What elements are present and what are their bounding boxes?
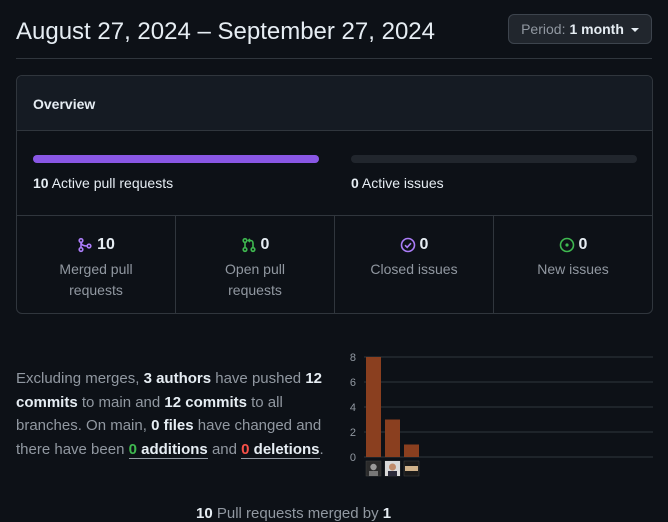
page-title: August 27, 2024 – September 27, 2024 bbox=[16, 18, 435, 45]
stats-row: 10 Merged pull requests 0 Open pull requ… bbox=[17, 216, 652, 313]
period-label: Period: bbox=[521, 21, 566, 37]
chart-y-tick-label: 4 bbox=[350, 402, 356, 414]
merged-prs-label: Merged pull requests bbox=[59, 261, 133, 298]
additions-link[interactable]: 0 additions bbox=[128, 440, 208, 459]
summary-text: and bbox=[207, 440, 242, 458]
chart-y-tick-label: 8 bbox=[350, 352, 356, 364]
period-value: 1 month bbox=[569, 21, 624, 37]
summary-text: Excluding merges, bbox=[16, 370, 144, 387]
closed-issues-value: 0 bbox=[419, 236, 429, 253]
stat-merged-prs[interactable]: 10 Merged pull requests bbox=[17, 216, 176, 313]
chart-bar bbox=[385, 419, 400, 457]
new-issues-label: New issues bbox=[537, 261, 609, 277]
active-prs-bar bbox=[33, 155, 319, 163]
avatar-body-icon bbox=[388, 471, 397, 476]
active-prs-count: 10 bbox=[33, 175, 49, 191]
open-pr-icon bbox=[241, 237, 256, 253]
chart-y-tick-label: 6 bbox=[350, 377, 356, 389]
stat-closed-issues[interactable]: 0 Closed issues bbox=[335, 216, 494, 313]
chart-bar bbox=[404, 444, 419, 457]
active-prs-bar-fill bbox=[33, 155, 319, 163]
all-commits-count: 12 commits bbox=[164, 393, 247, 411]
overview-heading: Overview bbox=[33, 96, 96, 112]
active-prs-link[interactable]: 10 Active pull requests bbox=[33, 175, 173, 191]
period-dropdown-button[interactable]: Period: 1 month bbox=[508, 14, 652, 44]
overview-header: Overview bbox=[17, 76, 652, 131]
chart-y-tick-label: 2 bbox=[350, 427, 356, 439]
additions-count: 0 bbox=[128, 440, 137, 458]
open-issue-icon bbox=[559, 237, 574, 253]
commit-summary: Excluding merges, 3 authors have pushed … bbox=[16, 367, 336, 461]
avatar-body-icon bbox=[369, 471, 378, 476]
caret-down-icon bbox=[630, 28, 639, 32]
deletions-label: deletions bbox=[249, 440, 320, 458]
avatar-logo-icon bbox=[405, 466, 418, 471]
stat-new-issues[interactable]: 0 New issues bbox=[494, 216, 652, 313]
active-issues-bar bbox=[351, 155, 637, 163]
active-issues-count: 0 bbox=[351, 175, 359, 191]
activity-bars: 10 Active pull requests 0 Active issues bbox=[17, 131, 652, 216]
commits-by-author-chart: 0 2 4 6 8 bbox=[350, 352, 653, 477]
avatar-head-icon bbox=[389, 463, 396, 471]
new-issues-value: 0 bbox=[578, 236, 588, 253]
overview-panel: Overview 10 Active pull requests 0 Activ… bbox=[16, 75, 653, 314]
avatar-head-icon bbox=[370, 463, 377, 471]
files-count: 0 files bbox=[151, 417, 194, 434]
deletions-link[interactable]: 0 deletions bbox=[241, 440, 320, 459]
deletions-count: 0 bbox=[241, 440, 250, 458]
merged-prs-value: 10 bbox=[97, 236, 115, 253]
merged-pr-icon bbox=[78, 237, 92, 253]
active-prs-label: Active pull requests bbox=[51, 175, 174, 191]
active-issues-label: Active issues bbox=[361, 175, 444, 191]
chart-y-tick-label: 0 bbox=[350, 452, 356, 464]
closed-issues-label: Closed issues bbox=[370, 261, 458, 277]
stat-open-prs[interactable]: 0 Open pull requests bbox=[176, 216, 335, 313]
page-header: August 27, 2024 – September 27, 2024 Per… bbox=[16, 0, 652, 59]
closed-issue-icon bbox=[400, 237, 415, 253]
active-issues-link[interactable]: 0 Active issues bbox=[351, 175, 444, 191]
open-prs-label: Open pull requests bbox=[225, 261, 285, 298]
summary-text: . bbox=[319, 440, 324, 458]
chart-bar bbox=[366, 357, 381, 457]
summary-text: have pushed bbox=[211, 370, 306, 387]
authors-count: 3 authors bbox=[143, 370, 212, 387]
additions-label: additions bbox=[136, 440, 208, 458]
open-prs-value: 0 bbox=[260, 236, 270, 253]
summary-text: to main and bbox=[77, 393, 165, 411]
